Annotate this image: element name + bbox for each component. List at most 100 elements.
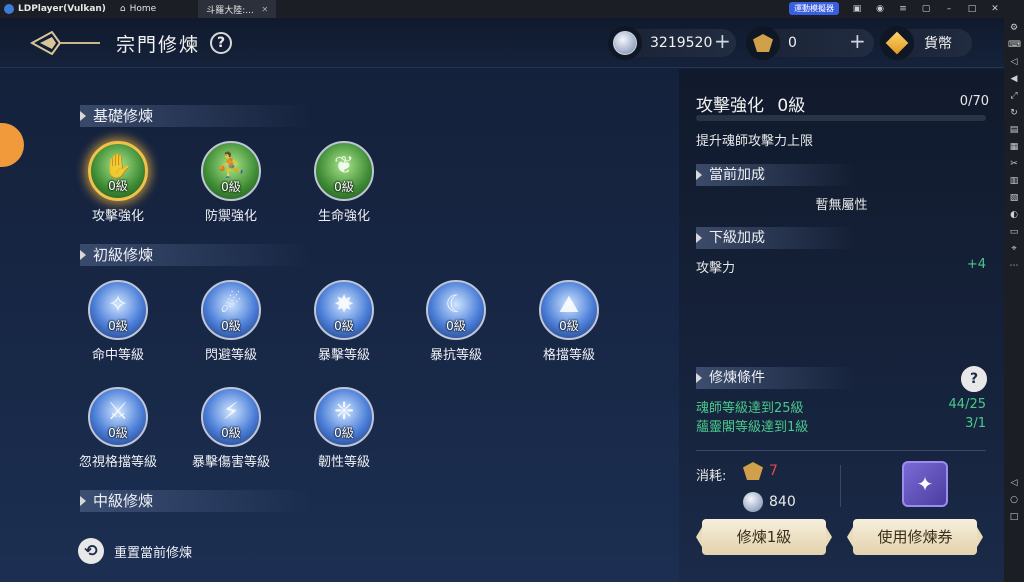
training-ticket-icon[interactable]: ✦ xyxy=(902,461,948,507)
skill-orb: ❦ 0級 xyxy=(314,141,374,201)
home-nav-icon[interactable]: ○ xyxy=(1008,494,1020,506)
current-bonus-header: 當前加成 xyxy=(696,164,856,186)
cut-icon[interactable]: ✂ xyxy=(1008,158,1020,170)
skill-name: 攻擊強化 xyxy=(91,209,144,224)
volume-up-icon[interactable]: ◁ xyxy=(1008,56,1020,68)
detail-skill-level: 0級 xyxy=(777,96,806,116)
fullscreen-icon[interactable]: ⤢ xyxy=(1008,90,1020,102)
folder-icon[interactable]: ▭ xyxy=(1008,226,1020,238)
skill-level: 0級 xyxy=(221,319,241,333)
skill-level: 0級 xyxy=(221,180,241,194)
back-nav-icon[interactable]: ◁ xyxy=(1008,477,1020,489)
skill-crit-resist-rating[interactable]: ☾ 0級 暴抗等級 xyxy=(411,280,501,363)
emulator-title-bar: LDPlayer(Vulkan) ⌂ Home 斗羅大陸:... ✕ 運動模擬器… xyxy=(0,0,1024,18)
skill-level: 0級 xyxy=(221,426,241,440)
volume-down-icon[interactable]: ◀ xyxy=(1008,73,1020,85)
menu-icon[interactable]: ≡ xyxy=(898,4,908,14)
crit-burst-icon: ✸ xyxy=(333,290,355,318)
skill-level: 0級 xyxy=(108,179,128,193)
defense-figure-icon: ⛹ xyxy=(216,151,246,179)
skill-block-rating[interactable]: ⛰ 0級 格擋等級 xyxy=(524,280,614,363)
settings-icon[interactable]: ⚙ xyxy=(1008,22,1020,34)
badge-amount: 0 xyxy=(788,35,797,51)
skill-crit-damage-rating[interactable]: ⚡ 0級 暴擊傷害等級 xyxy=(186,387,276,470)
detail-progress-bar xyxy=(696,115,986,121)
rotate-icon[interactable]: ↻ xyxy=(1008,107,1020,119)
restore-icon[interactable]: ▢ xyxy=(921,4,931,14)
crit-damage-icon: ⚡ xyxy=(222,397,240,425)
dodge-swoosh-icon: ☄ xyxy=(220,290,242,318)
ldplayer-logo-icon xyxy=(4,4,14,14)
cost-silver-row: 840 xyxy=(743,492,796,512)
skill-life-boost[interactable]: ❦ 0級 生命強化 xyxy=(299,141,389,224)
skill-orb: ✋ 0級 xyxy=(88,141,148,201)
conditions-header: 修煉條件 xyxy=(696,367,856,389)
skill-level: 0級 xyxy=(446,319,466,333)
reset-training-button[interactable]: ⟲ 重置當前修煉 xyxy=(78,538,192,564)
skill-name: 忽視格擋等級 xyxy=(78,455,157,470)
reset-label: 重置當前修煉 xyxy=(114,545,193,561)
back-emblem-icon[interactable] xyxy=(30,28,102,58)
game-tab[interactable]: 斗羅大陸:... ✕ xyxy=(198,0,277,18)
shake-icon[interactable]: ◐ xyxy=(1008,209,1020,221)
maximize-icon[interactable]: □ xyxy=(967,4,977,14)
skill-level: 0級 xyxy=(334,180,354,194)
location-icon[interactable]: ⌖ xyxy=(1008,243,1020,255)
skill-name: 防禦強化 xyxy=(204,209,257,224)
cost-separator xyxy=(840,465,841,507)
condition-value: 3/1 xyxy=(965,416,986,431)
recent-nav-icon[interactable]: □ xyxy=(1008,511,1020,523)
minimize-icon[interactable]: – xyxy=(944,4,954,14)
skill-name: 韌性等級 xyxy=(317,455,370,470)
life-leaf-icon: ❦ xyxy=(333,151,355,179)
skill-name: 生命強化 xyxy=(317,209,370,224)
skill-attack-boost[interactable]: ✋ 0級 攻擊強化 xyxy=(73,141,163,224)
badge-currency-icon xyxy=(746,26,780,60)
silver-cost-icon xyxy=(743,492,763,512)
skill-name: 暴抗等級 xyxy=(429,348,482,363)
condition-row: 蘊靈閣等級達到1級 3/1 xyxy=(696,416,986,435)
conditions-divider xyxy=(696,450,986,451)
record-icon[interactable]: ▦ xyxy=(1008,141,1020,153)
cost-badge-amount: 7 xyxy=(769,463,778,479)
reset-cycle-icon: ⟲ xyxy=(78,538,104,564)
side-drawer-tab[interactable] xyxy=(0,123,24,167)
currency-menu-button[interactable]: 貨幣 xyxy=(880,26,972,60)
close-tab-icon[interactable]: ✕ xyxy=(262,5,269,14)
skill-crit-rating[interactable]: ✸ 0級 暴擊等級 xyxy=(299,280,389,363)
skill-toughness-rating[interactable]: ❈ 0級 韌性等級 xyxy=(299,387,389,470)
skill-orb: ⛹ 0級 xyxy=(201,141,261,201)
train-one-level-button[interactable]: 修煉1級 xyxy=(696,519,832,555)
account-icon[interactable]: ◉ xyxy=(875,4,885,14)
emulator-ad-button[interactable]: 運動模擬器 xyxy=(789,2,839,15)
add-badge-button[interactable]: + xyxy=(849,29,866,53)
skill-defense-boost[interactable]: ⛹ 0級 防禦強化 xyxy=(186,141,276,224)
more-icon[interactable]: ⋯ xyxy=(1008,260,1020,272)
skill-level: 0級 xyxy=(108,319,128,333)
cost-badge-row: 7 xyxy=(743,462,778,480)
multi-instance-icon[interactable]: ▥ xyxy=(1008,175,1020,187)
silver-amount: 3219520 xyxy=(650,35,713,51)
use-training-ticket-button[interactable]: 使用修煉券 xyxy=(847,519,983,555)
skill-level: 0級 xyxy=(559,319,579,333)
detail-title: 攻擊強化 0級 xyxy=(696,91,805,116)
skill-name: 暴擊傷害等級 xyxy=(191,455,270,470)
condition-row: 魂師等級達到25級 44/25 xyxy=(696,397,986,416)
next-bonus-header: 下級加成 xyxy=(696,227,856,249)
skill-dodge-rating[interactable]: ☄ 0級 閃避等級 xyxy=(186,280,276,363)
conditions-help-button[interactable]: ? xyxy=(961,366,987,392)
screenshot-icon[interactable]: ▤ xyxy=(1008,124,1020,136)
skill-level: 0級 xyxy=(334,319,354,333)
sync-icon[interactable]: ▧ xyxy=(1008,192,1020,204)
emulator-home-tab[interactable]: LDPlayer(Vulkan) ⌂ Home xyxy=(0,0,164,18)
add-silver-button[interactable]: + xyxy=(714,29,731,53)
next-bonus-row: 攻擊力 +4 xyxy=(696,257,986,276)
gamepad-icon[interactable]: ▣ xyxy=(852,4,862,14)
help-button[interactable]: ? xyxy=(210,32,232,54)
skill-ignore-block-rating[interactable]: ⚔ 0級 忽視格擋等級 xyxy=(73,387,163,470)
current-bonus-value: 暫無屬性 xyxy=(815,198,868,213)
skill-hit-rating[interactable]: ✧ 0級 命中等級 xyxy=(73,280,163,363)
keyboard-icon[interactable]: ⌨ xyxy=(1008,39,1021,51)
close-window-icon[interactable]: ✕ xyxy=(990,4,1000,14)
detail-description: 提升魂師攻擊力上限 xyxy=(696,134,814,149)
